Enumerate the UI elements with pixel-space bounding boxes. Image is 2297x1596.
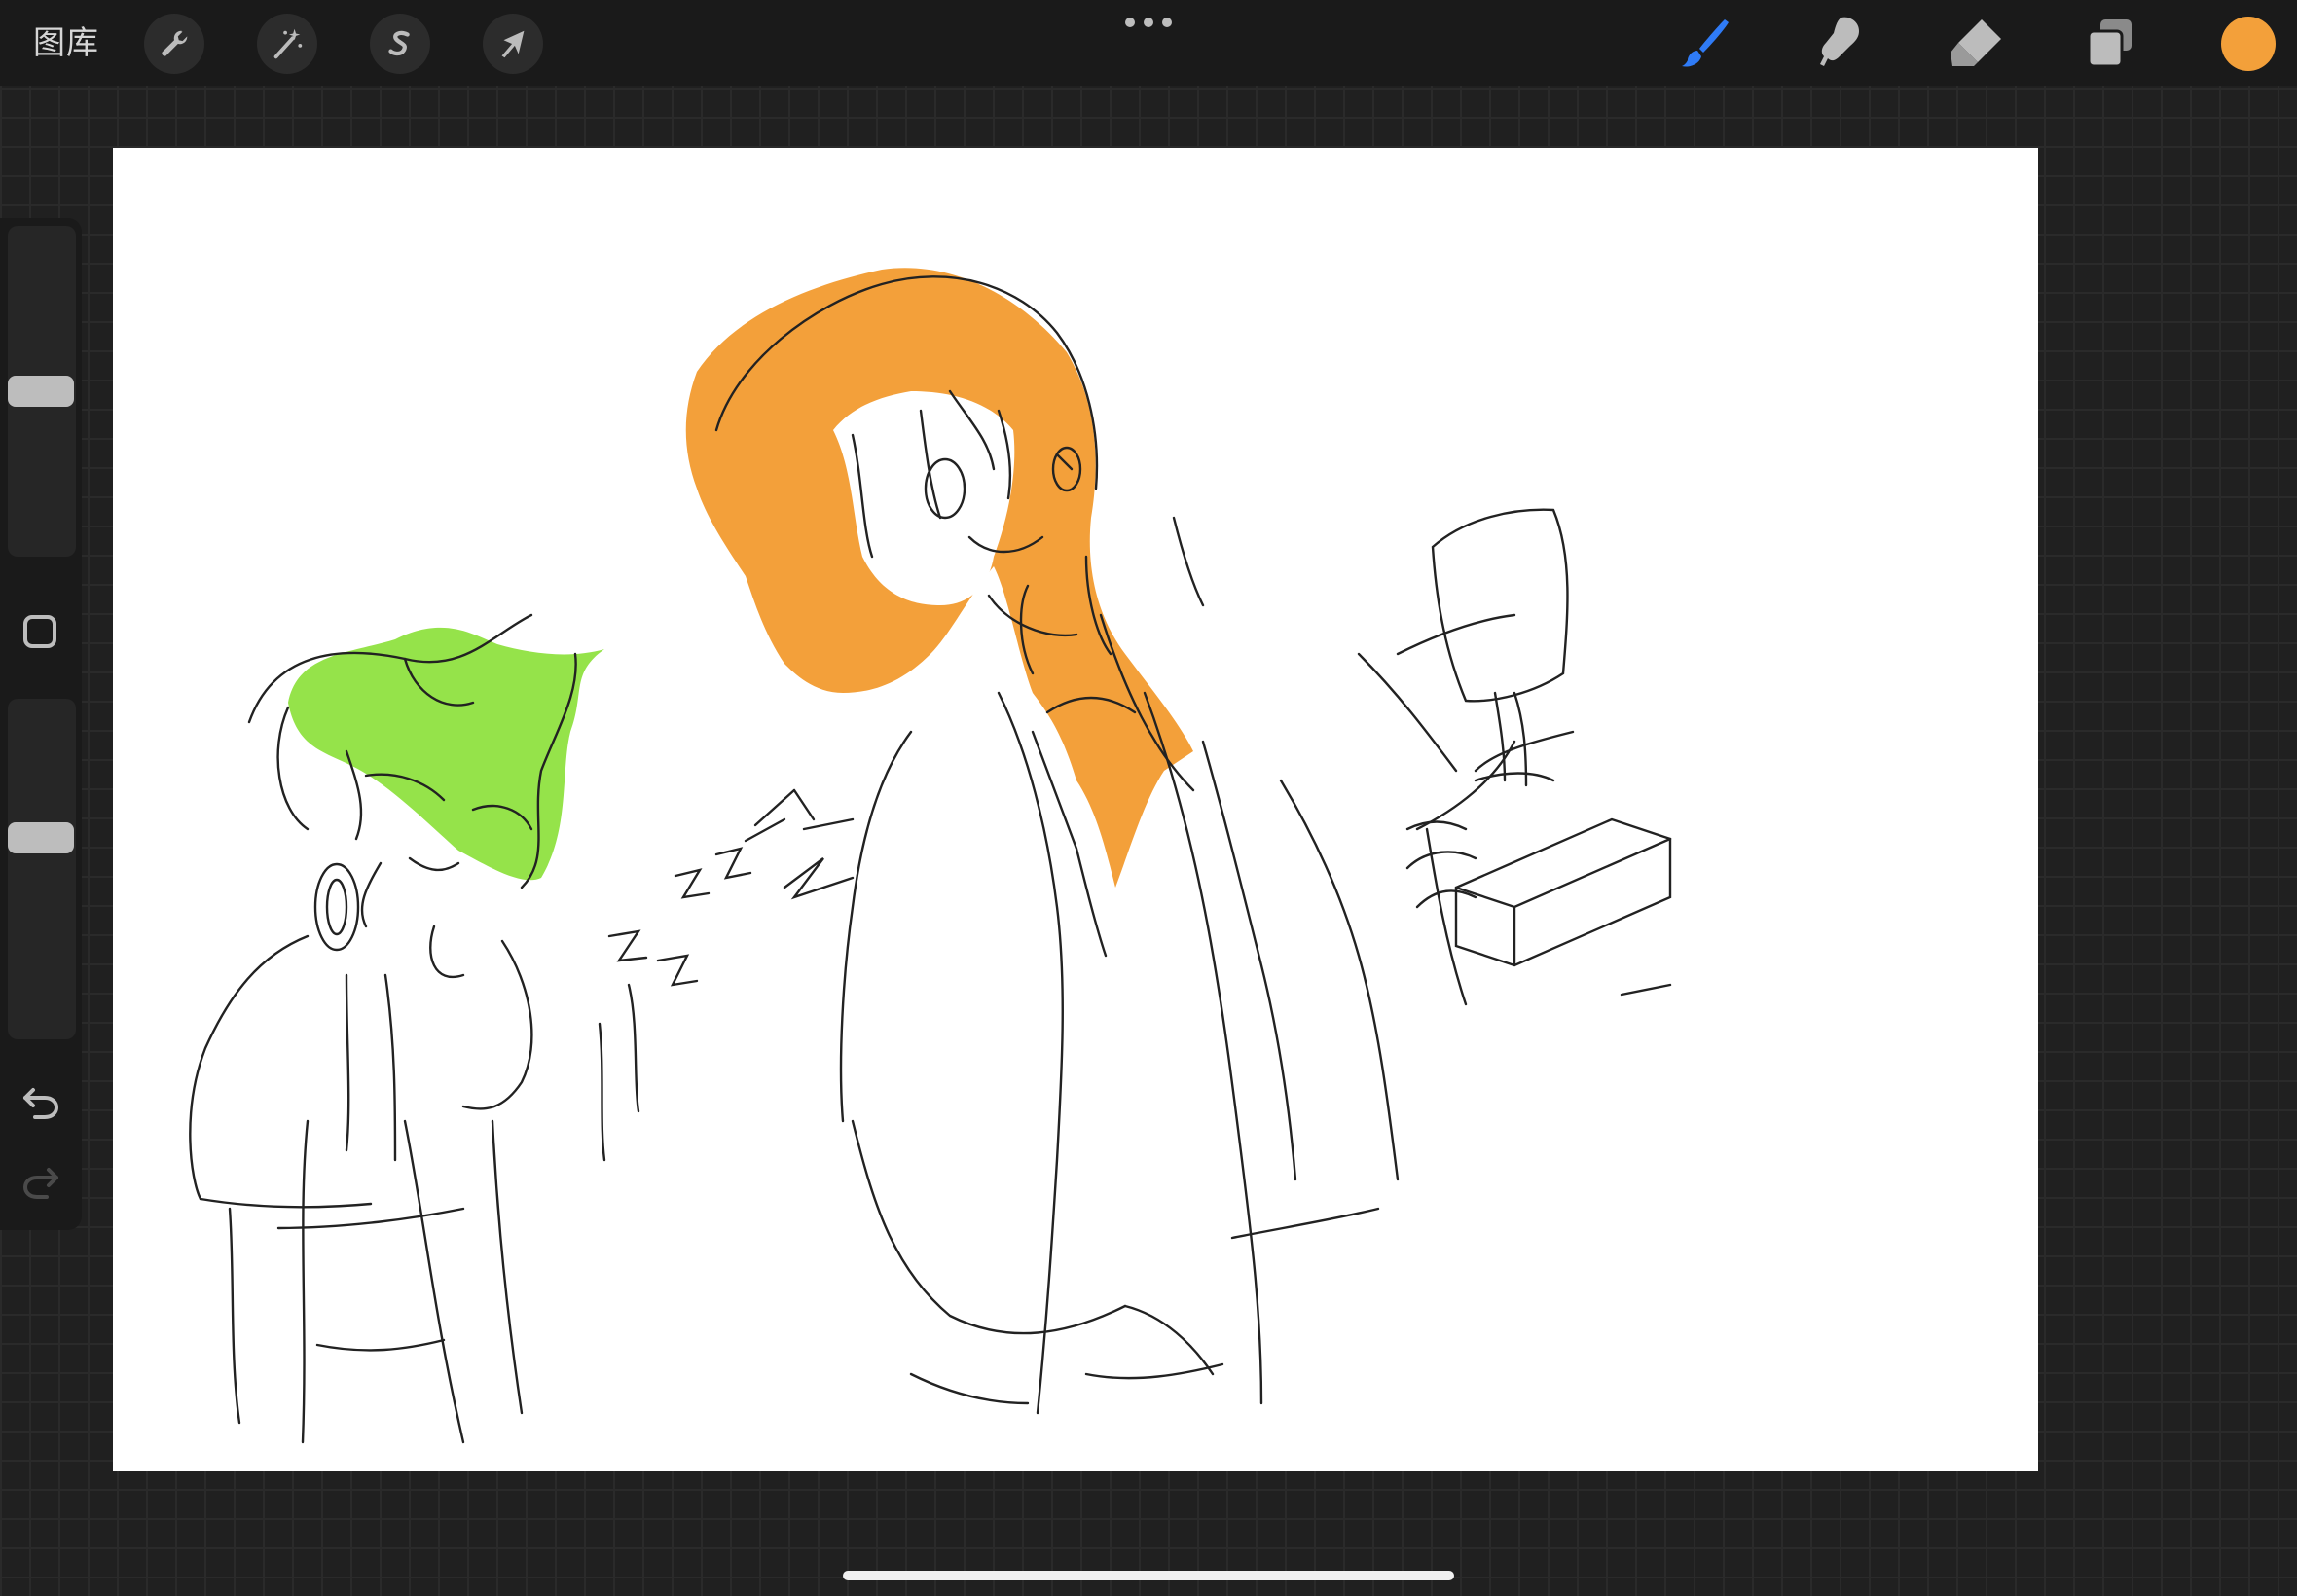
ellipsis-icon[interactable] xyxy=(1125,18,1172,29)
sketch-artwork xyxy=(189,268,1672,1444)
redo-icon[interactable] xyxy=(21,1162,60,1201)
transform-button[interactable] xyxy=(483,14,543,74)
top-toolbar: 图库 xyxy=(0,0,2297,86)
opacity-slider[interactable] xyxy=(8,699,76,1039)
undo-icon[interactable] xyxy=(21,1082,60,1121)
smudge-finger-icon xyxy=(1820,17,1859,66)
drawing-canvas[interactable] xyxy=(113,148,2038,1471)
color-swatch[interactable] xyxy=(2221,17,2276,71)
brush-icon xyxy=(1682,19,1729,67)
opacity-thumb[interactable] xyxy=(8,822,74,854)
left-sidebar xyxy=(0,218,82,1230)
layers-button[interactable] xyxy=(2081,14,2139,72)
magic-wand-icon xyxy=(273,28,303,59)
eraser-icon xyxy=(1951,19,2001,66)
selection-button[interactable] xyxy=(370,14,430,74)
home-indicator[interactable] xyxy=(843,1571,1454,1580)
square-icon[interactable] xyxy=(23,615,56,648)
wrench-icon xyxy=(162,30,188,56)
arrow-cursor-icon xyxy=(501,30,525,58)
layers-icon xyxy=(2087,19,2132,68)
gallery-button[interactable]: 图库 xyxy=(33,21,99,64)
smudge-button[interactable] xyxy=(1810,14,1869,72)
adjustments-button[interactable] xyxy=(257,14,317,74)
brush-button[interactable] xyxy=(1676,14,1734,72)
selection-s-icon xyxy=(388,30,410,56)
actions-button[interactable] xyxy=(144,14,204,74)
eraser-button[interactable] xyxy=(1947,14,2005,72)
brush-size-thumb[interactable] xyxy=(8,376,74,407)
